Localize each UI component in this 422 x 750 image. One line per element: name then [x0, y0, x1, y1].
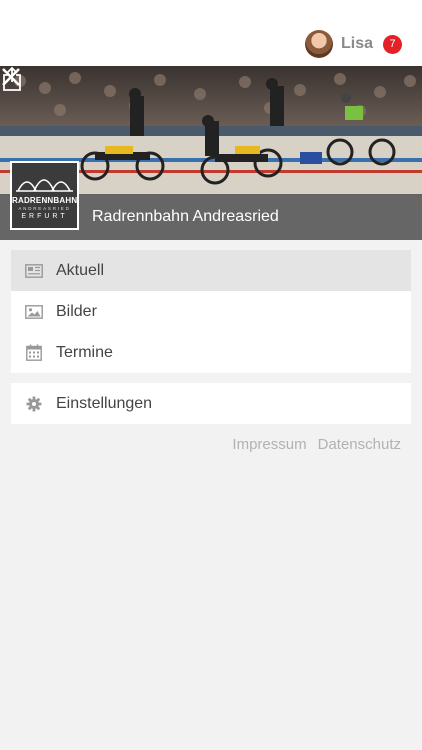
menu-item-termine[interactable]: Termine — [11, 332, 411, 373]
gear-icon — [25, 395, 43, 413]
hero-header: RADRENNBAHN ANDREASRIED ERFURT Radrennba… — [0, 66, 422, 240]
user-avatar[interactable] — [304, 30, 333, 58]
impressum-link[interactable]: Impressum — [232, 436, 306, 453]
calendar-icon — [25, 344, 43, 362]
club-title: Radrennbahn Andreasried — [92, 208, 279, 225]
menu-item-bilder[interactable]: Bilder — [11, 291, 411, 332]
image-icon — [25, 303, 43, 321]
main-menu: Aktuell Bilder Termine — [11, 250, 411, 373]
close-icon[interactable] — [0, 66, 22, 88]
user-profile[interactable]: Lisa 7 — [304, 29, 402, 59]
logo-text-line1: RADRENNBAHN — [12, 196, 78, 205]
datenschutz-link[interactable]: Datenschutz — [318, 436, 401, 453]
settings-menu: Einstellungen — [11, 383, 411, 424]
logo-text-line3: ERFURT — [21, 213, 68, 220]
menu-item-aktuell[interactable]: Aktuell — [11, 250, 411, 291]
user-name[interactable]: Lisa — [341, 35, 373, 53]
footer-links: Impressum Datenschutz — [232, 436, 401, 453]
menu-item-label: Termine — [56, 343, 113, 361]
top-bar: Lisa 7 — [0, 0, 422, 66]
menu-item-label: Bilder — [56, 302, 97, 320]
logo-arches-icon — [16, 179, 73, 192]
club-logo: RADRENNBAHN ANDREASRIED ERFURT — [10, 161, 79, 230]
logo-text-line2: ANDREASRIED — [18, 206, 71, 211]
newspaper-icon — [25, 262, 43, 280]
menu-item-einstellungen[interactable]: Einstellungen — [11, 383, 411, 424]
menu-item-label: Aktuell — [56, 261, 105, 279]
notification-badge[interactable]: 7 — [383, 34, 402, 54]
menu-item-label: Einstellungen — [56, 394, 153, 412]
